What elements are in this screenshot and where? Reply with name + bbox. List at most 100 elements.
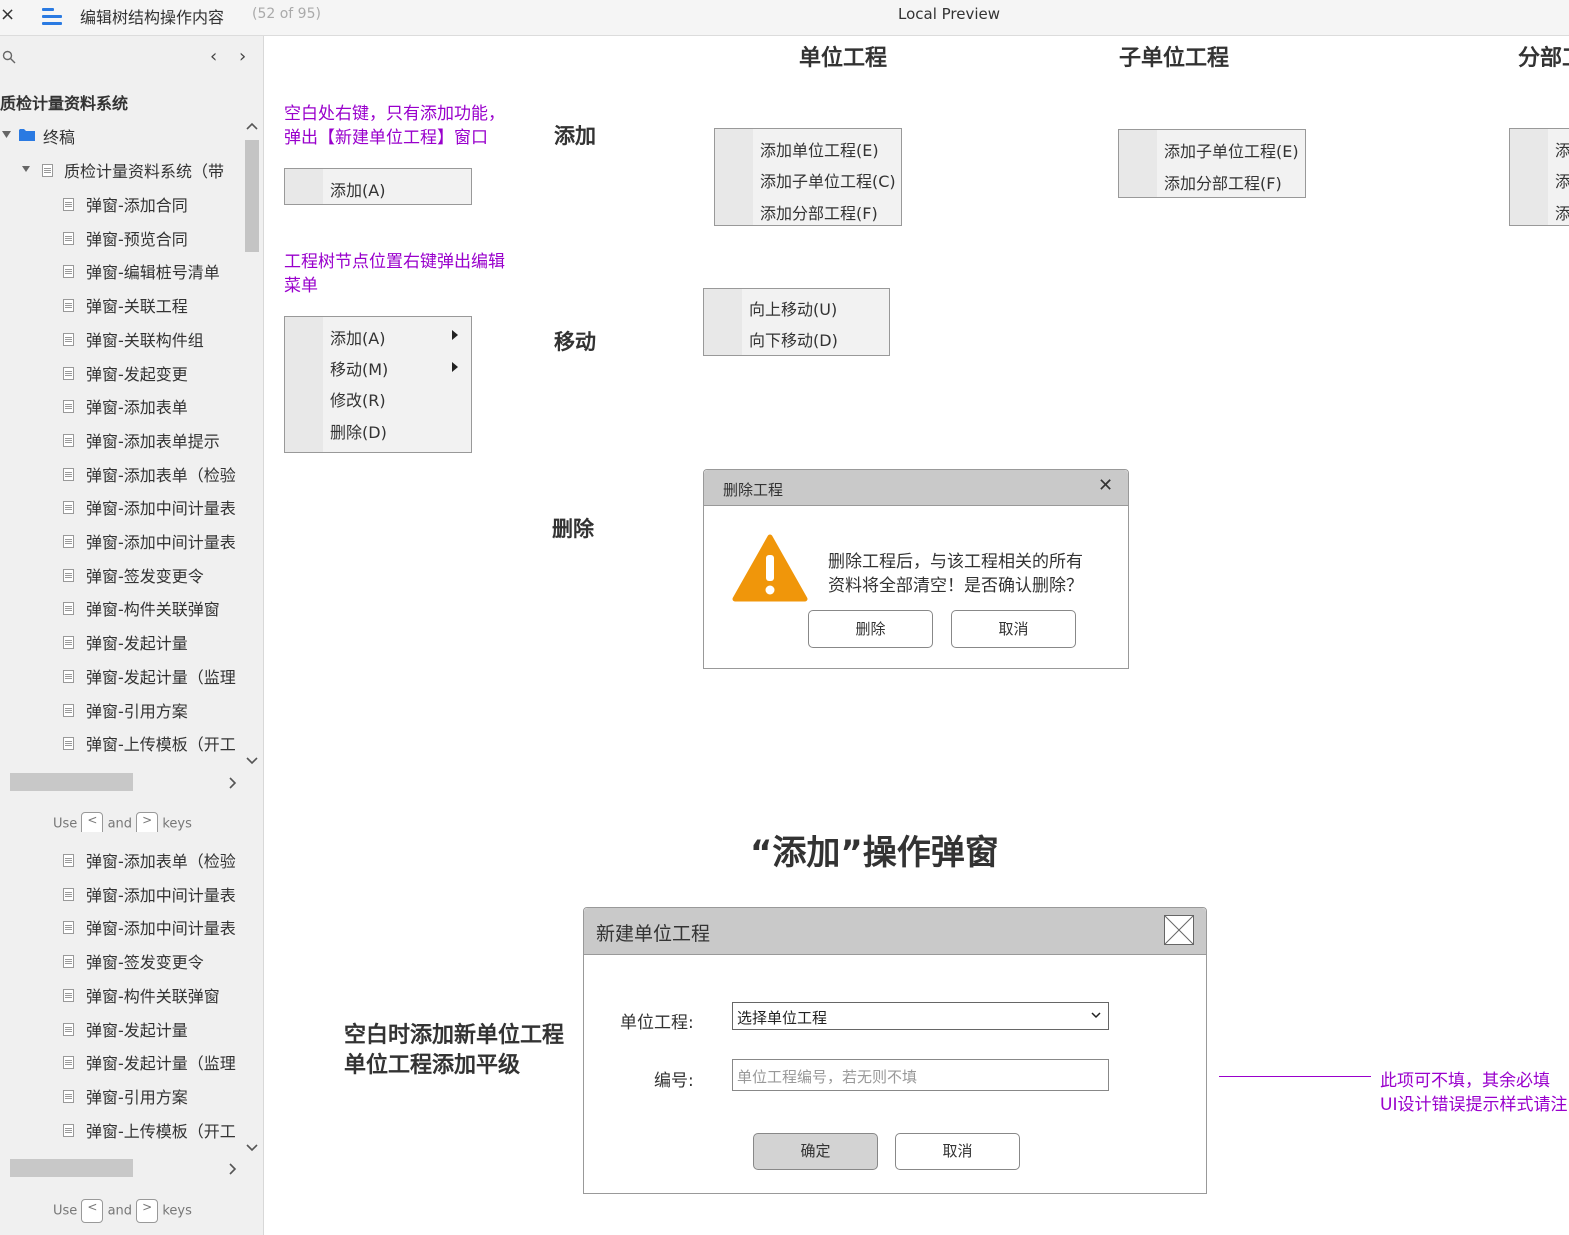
note-line: 工程树节点位置右键弹出编辑 [284, 252, 505, 272]
tree-item-label: 弹窗-发起变更 [86, 364, 188, 384]
menu-item-add[interactable]: 添 [1555, 137, 1569, 161]
tree-page-item[interactable]: 弹窗-添加表单 [0, 388, 243, 422]
confirm-delete-button[interactable]: 删除 [808, 610, 933, 648]
menu-item-add-part[interactable]: 添加分部工程(F) [760, 200, 878, 224]
close-icon[interactable]: × [0, 4, 14, 25]
tree-page-item[interactable]: 弹窗-上传模板（开工 [0, 1112, 243, 1146]
tree-item-label: 质检计量资料系统（带 [64, 162, 225, 181]
search-icon[interactable] [2, 50, 16, 64]
tree-page-item[interactable]: 弹窗-引用方案 [0, 1078, 243, 1112]
menu-item-add-unit[interactable]: 添加单位工程(E) [760, 137, 879, 161]
section-title: “添加”操作弹窗 [750, 833, 999, 873]
close-icon[interactable]: ✕ [1098, 475, 1113, 496]
menu-item-add-subunit[interactable]: 添加子单位工程(E) [1164, 138, 1299, 162]
page-icon [63, 602, 74, 616]
tree-folder-final[interactable]: 终稿 [0, 118, 240, 152]
tree-page-item[interactable]: 弹窗-添加表单（检验 [0, 456, 243, 490]
scroll-down-icon[interactable] [246, 757, 258, 765]
tree-page-item[interactable]: 弹窗-添加中间计量表 [0, 909, 243, 943]
select-value: 选择单位工程 [737, 1009, 828, 1027]
page-icon [63, 988, 74, 1002]
menu-item-move-down[interactable]: 向下移动(D) [749, 327, 838, 351]
hint-text: and [107, 816, 133, 832]
menu-item-move-up[interactable]: 向上移动(U) [749, 296, 837, 320]
page-icon [42, 164, 53, 177]
ok-button[interactable]: 确定 [753, 1133, 878, 1170]
scroll-right-icon[interactable] [229, 1163, 237, 1175]
hscroll-thumb[interactable] [10, 1159, 133, 1177]
dialog-title: 删除工程 [723, 481, 784, 499]
menu-item-add[interactable]: 添加(A) [330, 177, 385, 201]
menu-gutter [704, 289, 742, 355]
tree-page-item[interactable]: 弹窗-编辑桩号清单 [0, 253, 243, 287]
menu-item-modify[interactable]: 修改(R) [330, 387, 386, 411]
menu-item-delete[interactable]: 删除(D) [330, 419, 387, 443]
scrollbar-thumb[interactable] [245, 140, 259, 252]
tree-page-item[interactable]: 弹窗-添加中间计量表 [0, 876, 243, 910]
unit-select[interactable]: 选择单位工程 [732, 1002, 1109, 1030]
tree-page-item[interactable]: 弹窗-添加中间计量表 [0, 523, 243, 557]
preview-title: Local Preview [898, 5, 1001, 23]
close-icon[interactable] [1164, 915, 1194, 945]
next-page-button[interactable]: › [239, 46, 246, 67]
tree-page-item[interactable]: 弹窗-添加表单提示 [0, 422, 243, 456]
tree-item-label: 弹窗-签发变更令 [86, 566, 204, 586]
unit-add-menu: 添加单位工程(E) 添加子单位工程(C) 添加分部工程(F) [714, 128, 902, 226]
menu-icon[interactable] [42, 6, 64, 26]
tree-page-item[interactable]: 弹窗-预览合同 [0, 220, 243, 254]
code-input[interactable]: 单位工程编号，若无则不填 [732, 1059, 1109, 1091]
vertical-scrollbar[interactable] [243, 836, 261, 1154]
tree-page-item[interactable]: 弹窗-构件关联弹窗 [0, 977, 243, 1011]
scroll-down-icon[interactable] [246, 1144, 258, 1152]
dialog-header: 新建单位工程 [584, 908, 1206, 955]
tree-page-item[interactable]: 弹窗-添加合同 [0, 186, 243, 220]
project-title: 质检计量资料系统 [0, 94, 129, 113]
tree-page-item[interactable]: 弹窗-发起计量 [0, 1011, 243, 1045]
menu-item-add-subunit[interactable]: 添加子单位工程(C) [760, 168, 896, 192]
key-next: > [136, 1199, 159, 1223]
prev-page-button[interactable]: ‹ [210, 46, 217, 67]
tree-item-label: 弹窗-上传模板（开工 [86, 1121, 236, 1141]
scroll-right-icon[interactable] [229, 777, 237, 789]
scroll-up-icon[interactable] [246, 122, 258, 130]
row-head-add: 添加 [554, 124, 596, 148]
menu-item-move[interactable]: 移动(M) [330, 356, 388, 380]
caret-down-icon[interactable] [2, 130, 11, 139]
note-line: UI设计错误提示样式请注 [1380, 1095, 1568, 1115]
code-label: 编号: [654, 1071, 694, 1091]
menu-gutter [1119, 130, 1157, 197]
tree-page-item[interactable]: 弹窗-关联构件组 [0, 321, 243, 355]
menu-gutter [285, 317, 323, 452]
tree-page-item[interactable]: 弹窗-发起变更 [0, 355, 243, 389]
page-icon [63, 921, 74, 935]
hscroll-thumb[interactable] [10, 773, 133, 791]
tree-page-item[interactable]: 弹窗-添加中间计量表 [0, 489, 243, 523]
tree-page-item[interactable]: 弹窗-构件关联弹窗 [0, 590, 243, 624]
tree-page-item[interactable]: 弹窗-签发变更令 [0, 943, 243, 977]
tree-page-item[interactable]: 弹窗-上传模板（开工 [0, 725, 243, 759]
caret-down-icon[interactable] [22, 165, 30, 173]
tree-page-item[interactable]: 弹窗-发起计量 [0, 624, 243, 658]
menu-gutter [715, 129, 753, 225]
tree-item-label: 弹窗-添加表单（检验 [86, 465, 236, 485]
tree-page-item[interactable]: 弹窗-签发变更令 [0, 557, 243, 591]
menu-item-add[interactable]: 添加(A) [330, 325, 385, 349]
page-icon [63, 366, 74, 380]
menu-item-add[interactable]: 添 [1555, 168, 1569, 192]
subunit-add-menu: 添加子单位工程(E) 添加分部工程(F) [1118, 129, 1306, 198]
node-context-menu: 添加(A) 移动(M) 修改(R) 删除(D) [284, 316, 472, 453]
cancel-button[interactable]: 取消 [951, 610, 1076, 648]
hint-text: Use [53, 1203, 78, 1219]
tree-page-item[interactable]: 弹窗-添加表单（检验 [0, 842, 243, 876]
page-title: 编辑树结构操作内容 [80, 8, 225, 27]
tree-page-item[interactable]: 弹窗-发起计量（监理 [0, 1044, 243, 1078]
tree-page-item[interactable]: 弹窗-关联工程 [0, 287, 243, 321]
cancel-button[interactable]: 取消 [895, 1133, 1020, 1170]
page-icon [63, 198, 74, 211]
menu-item-add-part[interactable]: 添加分部工程(F) [1164, 170, 1282, 194]
tree-page-item[interactable]: 弹窗-发起计量（监理 [0, 658, 243, 692]
tree-item-label: 弹窗-添加表单 [86, 398, 188, 418]
tree-page-item[interactable]: 弹窗-引用方案 [0, 692, 243, 726]
tree-parent-page[interactable]: 质检计量资料系统（带 [0, 152, 243, 186]
menu-item-add[interactable]: 添 [1555, 200, 1569, 224]
